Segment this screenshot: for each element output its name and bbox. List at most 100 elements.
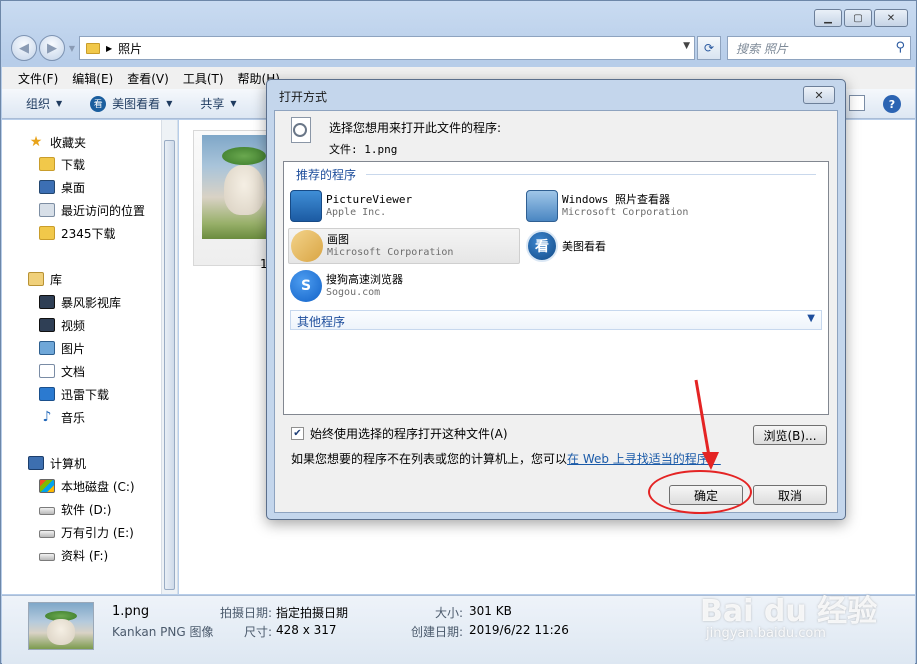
folder-icon — [39, 226, 55, 240]
pictures-icon — [39, 341, 55, 355]
share-button[interactable]: 共享 ▼ — [200, 95, 236, 112]
music-note-icon: ♪ — [42, 409, 52, 425]
sidebar-item-drive-c[interactable]: 本地磁盘 (C:) — [39, 476, 135, 496]
sidebar-item-baofeng-library[interactable]: 暴风影视库 — [39, 292, 121, 312]
organize-label: 组织 — [26, 97, 51, 111]
always-use-option[interactable]: ✔ 始终使用选择的程序打开这种文件(A) — [291, 425, 508, 442]
cat-photo-thumbnail — [202, 135, 272, 239]
search-icon[interactable]: ⚲ — [895, 40, 905, 55]
sidebar-item-drive-e[interactable]: 万有引力 (E:) — [39, 522, 134, 542]
program-item-pictureviewer[interactable]: PictureViewer Apple Inc. — [288, 188, 520, 224]
recent-pages-dropdown[interactable]: ▼ — [67, 35, 77, 61]
date-taken-value[interactable]: 指定拍摄日期 — [276, 604, 348, 621]
dialog-title: 打开方式 — [279, 90, 328, 104]
sidebar-label: 音乐 — [61, 410, 86, 425]
program-item-windows-photo-viewer[interactable]: Windows 照片查看器 Microsoft Corporation — [524, 188, 824, 224]
dialog-file-line: 文件: 1.png — [329, 143, 398, 156]
window-caption-buttons: ▁ ▢ ✕ — [814, 9, 908, 27]
search-input[interactable]: 搜索 照片 ⚲ — [727, 36, 911, 60]
program-name: Windows 照片查看器 — [562, 193, 670, 206]
web-search-link[interactable]: 在 Web 上寻找适当的程序。 — [567, 452, 721, 466]
cat-figure — [47, 619, 75, 645]
help-icon[interactable]: ? — [883, 95, 901, 113]
downloads-folder-icon — [39, 157, 55, 171]
sidebar-item-drive-f[interactable]: 资料 (F:) — [39, 545, 108, 565]
program-item-sogou-browser[interactable]: S 搜狗高速浏览器 Sogou.com — [288, 268, 520, 304]
program-name: 画图 — [327, 233, 349, 246]
computer-icon — [28, 456, 44, 470]
sidebar-item-drive-d[interactable]: 软件 (D:) — [39, 499, 111, 519]
chevron-down-icon: ▼ — [230, 99, 237, 108]
sidebar-scrollbar[interactable] — [161, 120, 177, 594]
always-use-label: 始终使用选择的程序打开这种文件(A) — [310, 427, 508, 441]
menu-file[interactable]: 文件(F) — [18, 70, 58, 87]
sidebar-item-favorites[interactable]: ★ 收藏夹 — [28, 132, 86, 152]
sidebar-item-libraries[interactable]: 库 — [28, 269, 62, 289]
sidebar-item-pictures[interactable]: 图片 — [39, 338, 85, 358]
sidebar-item-documents[interactable]: 文档 — [39, 361, 85, 381]
navigation-bar: ◀ ▶ ▼ ▶ 照片 ▼ ⟳ 搜索 照片 ⚲ — [9, 33, 911, 61]
other-programs-expander[interactable]: 其他程序 ▼ — [290, 310, 822, 330]
recent-places-icon — [39, 203, 55, 217]
sidebar-label: 库 — [50, 272, 63, 287]
forward-button[interactable]: ▶ — [39, 35, 65, 61]
program-publisher: Sogou.com — [326, 287, 381, 298]
kankan-icon: 看 — [90, 95, 107, 112]
share-label: 共享 — [200, 97, 225, 111]
sidebar-item-downloads[interactable]: 下载 — [39, 154, 85, 174]
organize-button[interactable]: 组织 ▼ — [26, 95, 62, 112]
program-name: PictureViewer — [326, 193, 413, 206]
recommended-programs-header: 推荐的程序 — [296, 168, 357, 182]
open-with-button[interactable]: 看 美图看看 ▼ — [90, 95, 172, 112]
back-button[interactable]: ◀ — [11, 35, 37, 61]
leaf-hat — [222, 147, 266, 165]
program-name: 美图看看 — [562, 239, 606, 253]
sidebar-label: 下载 — [61, 157, 86, 172]
address-dropdown-icon[interactable]: ▼ — [683, 41, 690, 51]
cat-figure — [224, 165, 264, 215]
sidebar-item-2345-downloads[interactable]: 2345下载 — [39, 223, 116, 243]
search-document-icon — [287, 117, 313, 147]
maximize-button[interactable]: ▢ — [844, 9, 872, 27]
sidebar-item-videos[interactable]: 视频 — [39, 315, 85, 335]
scrollbar-thumb[interactable] — [164, 140, 175, 590]
highlight-ellipse — [648, 470, 752, 514]
group-divider — [366, 174, 816, 175]
drive-icon — [39, 530, 55, 538]
dialog-close-button[interactable]: ✕ — [803, 86, 835, 104]
chevron-down-icon: ▼ — [166, 99, 173, 108]
dialog-body: 选择您想用来打开此文件的程序: 文件: 1.png 推荐的程序 PictureV… — [274, 110, 838, 513]
sidebar-item-computer[interactable]: 计算机 — [28, 453, 86, 473]
preview-pane-button[interactable] — [849, 95, 865, 111]
size-value: 301 KB — [469, 604, 512, 618]
program-item-paint[interactable]: 画图 Microsoft Corporation — [288, 228, 520, 264]
browse-button[interactable]: 浏览(B)... — [753, 425, 827, 445]
sidebar-item-music[interactable]: ♪ 音乐 — [39, 407, 85, 427]
menu-tools[interactable]: 工具(T) — [183, 70, 224, 87]
close-button[interactable]: ✕ — [874, 9, 908, 27]
sidebar-item-desktop[interactable]: 桌面 — [39, 177, 85, 197]
sidebar-item-recent-places[interactable]: 最近访问的位置 — [39, 200, 145, 220]
program-publisher: Microsoft Corporation — [327, 247, 454, 258]
minimize-button[interactable]: ▁ — [814, 9, 842, 27]
menu-edit[interactable]: 编辑(E) — [72, 70, 113, 87]
details-filetype: Kankan PNG 图像 — [112, 625, 214, 639]
address-bar[interactable]: ▶ 照片 ▼ — [79, 36, 695, 60]
sidebar-label: 资料 (F:) — [61, 548, 109, 563]
navigation-pane: ★ 收藏夹 下载 桌面 最近访问的位置 2345下载 库 暴风影视库 视频 图片… — [2, 120, 178, 594]
sidebar-item-thunder-downloads[interactable]: 迅雷下载 — [39, 384, 109, 404]
program-item-kankan[interactable]: 看 美图看看 — [524, 228, 824, 264]
close-icon: ✕ — [814, 88, 824, 102]
kankan-icon: 看 — [526, 230, 558, 262]
folder-icon — [86, 42, 100, 54]
menu-view[interactable]: 查看(V) — [127, 70, 169, 87]
sidebar-label: 桌面 — [61, 180, 86, 195]
lens-shape — [293, 123, 307, 137]
sidebar-label: 计算机 — [50, 456, 87, 471]
cancel-button[interactable]: 取消 — [753, 485, 827, 505]
details-thumbnail — [28, 602, 94, 650]
sidebar-label: 本地磁盘 (C:) — [61, 479, 135, 494]
refresh-button[interactable]: ⟳ — [697, 36, 721, 60]
always-use-checkbox[interactable]: ✔ — [291, 427, 304, 440]
date-taken-label: 拍摄日期: — [220, 606, 273, 620]
